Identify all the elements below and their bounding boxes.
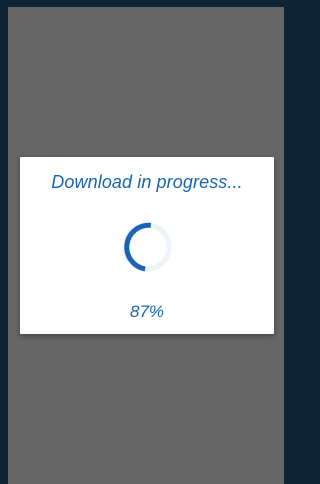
dialog-title: Download in progress... xyxy=(51,172,243,192)
spinner-arc xyxy=(124,222,152,272)
download-progress-dialog: Download in progress... 87% xyxy=(20,157,274,334)
app-screen: Download in progress... 87% xyxy=(0,0,284,484)
circular-progress-icon xyxy=(122,222,172,272)
progress-percent: 87% xyxy=(129,302,165,321)
